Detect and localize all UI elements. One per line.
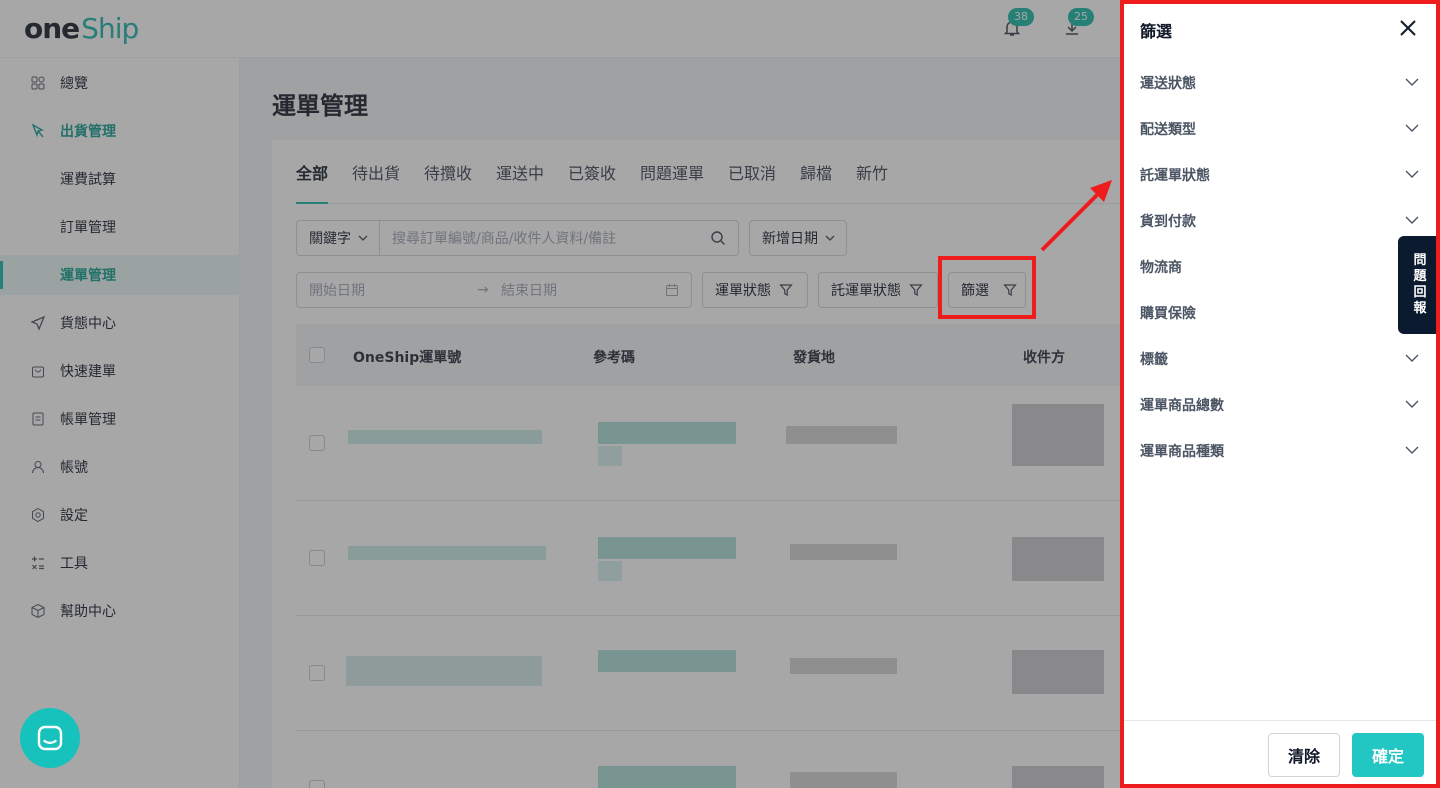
chevron-down-icon — [1405, 400, 1419, 408]
feedback-char: 回 — [1413, 285, 1427, 300]
filter-item-label: 運送狀態 — [1140, 76, 1196, 92]
filter-consignment-status[interactable]: 託運單狀態 — [1140, 165, 1420, 185]
filter-item-types[interactable]: 運單商品種類 — [1140, 441, 1420, 461]
filter-delivery-type[interactable]: 配送類型 — [1140, 119, 1420, 139]
chevron-down-icon — [1405, 78, 1419, 86]
filter-item-label: 標籤 — [1140, 352, 1168, 368]
feedback-char: 問 — [1413, 253, 1427, 268]
chat-icon — [37, 725, 63, 751]
filter-item-label: 貨到付款 — [1140, 214, 1196, 230]
filter-shipping-status[interactable]: 運送狀態 — [1140, 73, 1420, 93]
filter-item-total[interactable]: 運單商品總數 — [1140, 395, 1420, 415]
drawer-title: 篩選 — [1140, 22, 1173, 41]
modal-backdrop[interactable] — [0, 0, 1120, 788]
filter-drawer: 篩選 運送狀態 配送類型 託運單狀態 貨到付款 物流商 購買保險 標籤 運單商品… — [1120, 0, 1440, 788]
drawer-footer-divider — [1120, 720, 1440, 721]
clear-button[interactable]: 清除 — [1268, 733, 1340, 777]
feedback-char: 題 — [1413, 269, 1427, 284]
chevron-down-icon — [1405, 124, 1419, 132]
feedback-tab[interactable]: 問 題 回 報 — [1398, 236, 1440, 334]
chat-support-button[interactable] — [20, 708, 80, 768]
filter-item-label: 配送類型 — [1140, 122, 1196, 138]
close-icon[interactable] — [1398, 18, 1418, 38]
filter-logistics-provider[interactable]: 物流商 — [1140, 257, 1420, 277]
annotation-arrow-icon — [1040, 180, 1112, 252]
chevron-down-icon — [1405, 446, 1419, 454]
feedback-char: 報 — [1413, 301, 1427, 316]
chevron-down-icon — [1405, 216, 1419, 224]
filter-tags[interactable]: 標籤 — [1140, 349, 1420, 369]
filter-item-label: 運單商品總數 — [1140, 398, 1224, 414]
filter-insurance[interactable]: 購買保險 — [1140, 303, 1420, 323]
confirm-button[interactable]: 確定 — [1352, 733, 1424, 777]
chevron-down-icon — [1405, 354, 1419, 362]
filter-item-label: 運單商品種類 — [1140, 444, 1224, 460]
filter-item-label: 購買保險 — [1140, 306, 1196, 322]
filter-cash-on-delivery[interactable]: 貨到付款 — [1140, 211, 1420, 231]
filter-item-label: 託運單狀態 — [1140, 168, 1210, 184]
filter-item-label: 物流商 — [1140, 260, 1182, 276]
chevron-down-icon — [1405, 170, 1419, 178]
